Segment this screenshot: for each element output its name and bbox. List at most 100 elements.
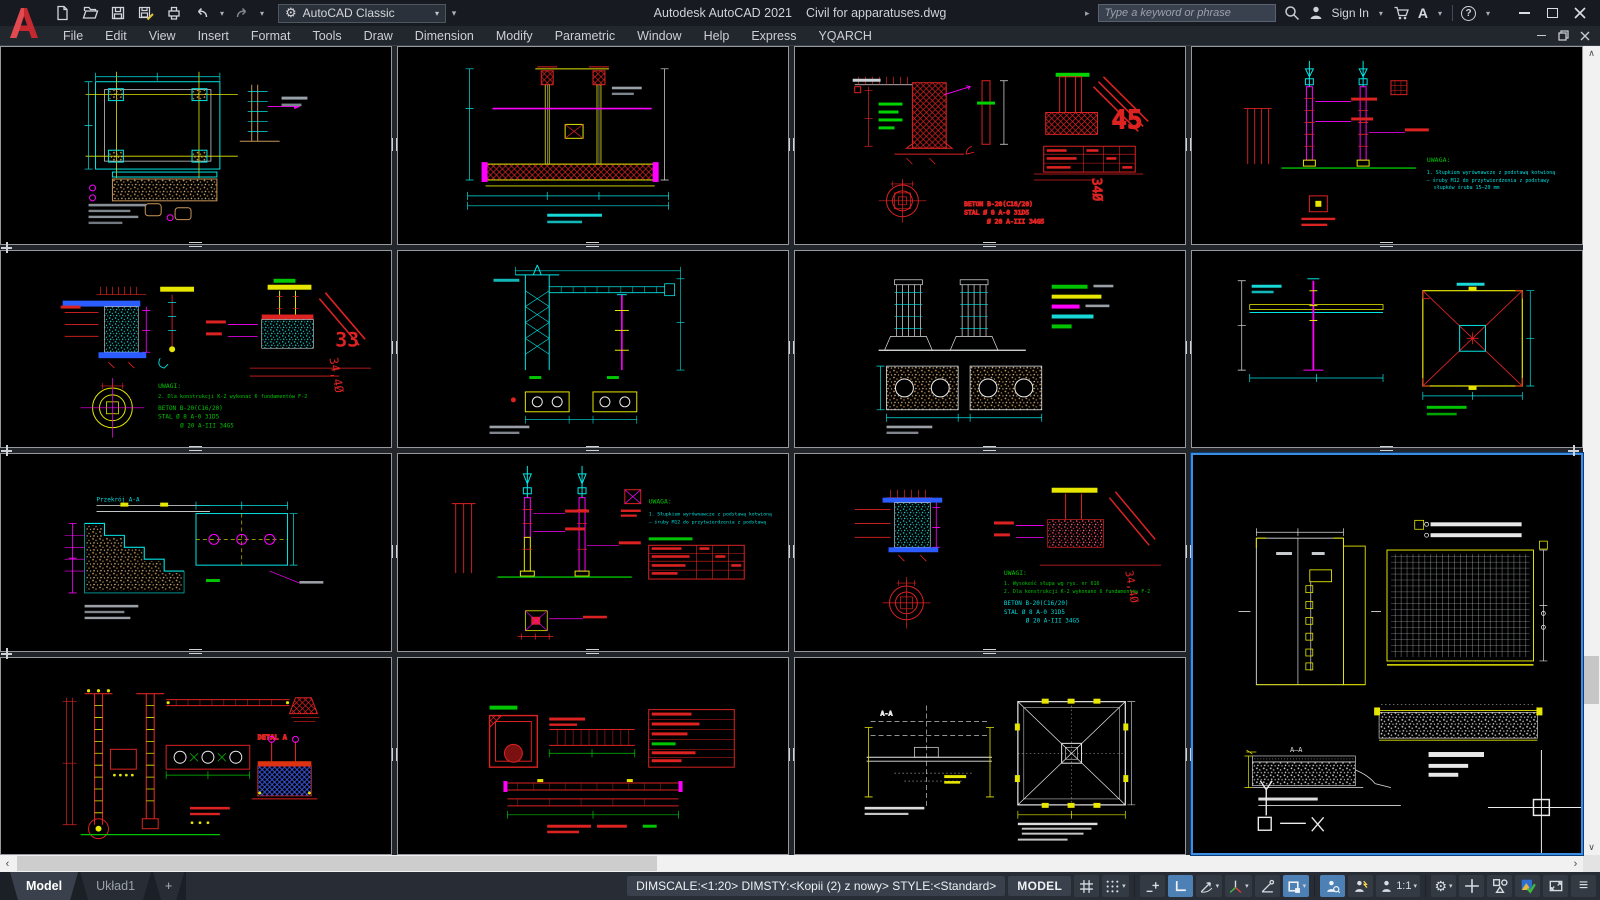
customization-button[interactable]: ≡ xyxy=(1571,875,1596,897)
doc-minimize-button[interactable] xyxy=(1530,27,1552,45)
viewport-divider-handle[interactable] xyxy=(983,446,996,451)
menu-tools[interactable]: Tools xyxy=(301,26,352,45)
doc-close-button[interactable] xyxy=(1574,27,1596,45)
sign-in-dropdown[interactable]: ▾ xyxy=(1377,9,1385,18)
isolate-objects-button[interactable] xyxy=(1487,875,1512,897)
viewport-10[interactable]: UWAGA: 1. Słupkiem wyrównawcze z podstaw… xyxy=(397,453,789,652)
viewport-divider-handle[interactable] xyxy=(789,748,794,761)
menu-express[interactable]: Express xyxy=(740,26,807,45)
undo-dropdown[interactable]: ▾ xyxy=(218,9,226,18)
grid-display-toggle[interactable] xyxy=(1074,875,1099,897)
viewport-divider-handle[interactable] xyxy=(586,649,599,654)
autodesk-app-icon[interactable]: A xyxy=(1418,5,1428,21)
doc-restore-button[interactable] xyxy=(1552,27,1574,45)
snap-mode-toggle[interactable]: ▾ xyxy=(1102,875,1129,897)
viewport-divider-handle[interactable] xyxy=(983,242,996,247)
open-file-button[interactable] xyxy=(78,2,102,24)
graphics-performance-button[interactable] xyxy=(1515,875,1540,897)
viewport-3[interactable]: 45 34Ø BETON B-20(C16/20) STAL Ø 8 A-0 3… xyxy=(794,46,1186,245)
viewport-6[interactable] xyxy=(397,250,789,449)
menu-format[interactable]: Format xyxy=(240,26,302,45)
viewport-divider-handle[interactable] xyxy=(1186,545,1191,558)
viewport-divider-handle[interactable] xyxy=(189,446,202,451)
vertical-scroll-thumb[interactable] xyxy=(1584,656,1599,704)
annotation-visibility-toggle[interactable] xyxy=(1320,875,1345,897)
viewport-divider-handle[interactable] xyxy=(789,341,794,354)
maximize-button[interactable] xyxy=(1538,2,1566,24)
viewport-7[interactable] xyxy=(794,250,1186,449)
scroll-right-arrow[interactable]: › xyxy=(1568,855,1583,872)
viewport-corner-handle[interactable] xyxy=(1,648,12,659)
workspace-selector[interactable]: ⚙ AutoCAD Classic ▾ xyxy=(278,4,446,23)
menu-parametric[interactable]: Parametric xyxy=(544,26,626,45)
viewport-corner-handle[interactable] xyxy=(1,242,12,253)
annotation-monitor-button[interactable] xyxy=(1459,875,1484,897)
scroll-up-arrow[interactable]: ∧ xyxy=(1583,46,1600,61)
viewport-13[interactable]: DETAL A xyxy=(0,657,392,856)
model-space-toggle[interactable]: MODEL xyxy=(1008,876,1071,896)
scroll-down-arrow[interactable]: ∨ xyxy=(1583,840,1600,855)
polar-dropdown[interactable]: ▾ xyxy=(1216,882,1220,890)
menu-file[interactable]: File xyxy=(52,26,94,45)
sign-in-button[interactable]: Sign In xyxy=(1332,6,1369,20)
viewport-11[interactable]: 34,4Ø UWAGI: 1. Wysokość słupa wg rys. n… xyxy=(794,453,1186,652)
viewport-divider-handle[interactable] xyxy=(1380,242,1393,247)
redo-button[interactable] xyxy=(230,2,254,24)
menu-draw[interactable]: Draw xyxy=(353,26,404,45)
viewport-divider-handle[interactable] xyxy=(586,242,599,247)
new-layout-button[interactable]: + xyxy=(153,872,184,900)
viewport-5[interactable]: 33 34,4Ø UWAGI: 2. Dla konstrukcji K-2 w… xyxy=(0,250,392,449)
viewport-14[interactable] xyxy=(397,657,789,856)
ortho-mode-toggle[interactable] xyxy=(1168,875,1193,897)
annotation-autoscale-toggle[interactable] xyxy=(1348,875,1373,897)
workspace-switch-dropdown[interactable]: ▾ xyxy=(1449,882,1453,890)
viewport-9[interactable]: Przekrój A-A xyxy=(0,453,392,652)
viewport-1[interactable] xyxy=(0,46,392,245)
autodesk-app-dropdown[interactable]: ▾ xyxy=(1436,9,1444,18)
viewport-divider-handle[interactable] xyxy=(1186,138,1191,151)
menu-edit[interactable]: Edit xyxy=(94,26,138,45)
save-button[interactable] xyxy=(106,2,130,24)
viewport-divider-handle[interactable] xyxy=(392,341,397,354)
viewport-divider-handle[interactable] xyxy=(1186,748,1191,761)
viewport-divider-handle[interactable] xyxy=(189,649,202,654)
polar-tracking-toggle[interactable]: ▾ xyxy=(1196,875,1223,897)
horizontal-scroll-thumb[interactable] xyxy=(17,856,657,871)
clean-screen-button[interactable] xyxy=(1543,875,1568,897)
vertical-scrollbar[interactable]: ∧ ∨ xyxy=(1583,46,1600,855)
viewport-2[interactable] xyxy=(397,46,789,245)
menu-dimension[interactable]: Dimension xyxy=(404,26,485,45)
viewport-divider-handle[interactable] xyxy=(392,138,397,151)
viewport-divider-handle[interactable] xyxy=(189,242,202,247)
menu-yqarch[interactable]: YQARCH xyxy=(807,26,882,45)
help-icon[interactable]: ? xyxy=(1461,6,1476,21)
osnap-dropdown[interactable]: ▾ xyxy=(1303,882,1307,890)
viewport-divider-handle[interactable] xyxy=(1186,341,1191,354)
dynamic-input-toggle[interactable] xyxy=(1140,875,1165,897)
menu-window[interactable]: Window xyxy=(626,26,692,45)
viewport-15[interactable]: A-A xyxy=(794,657,1186,856)
viewport-divider-handle[interactable] xyxy=(789,545,794,558)
object-snap-toggle[interactable]: ▾ xyxy=(1283,875,1310,897)
help-dropdown[interactable]: ▾ xyxy=(1484,9,1492,18)
tab-layout1[interactable]: Układ1 xyxy=(80,872,151,900)
tab-model[interactable]: Model xyxy=(10,872,78,900)
isometric-dropdown[interactable]: ▾ xyxy=(1245,882,1249,890)
viewport-divider-handle[interactable] xyxy=(983,649,996,654)
object-snap-tracking-toggle[interactable] xyxy=(1255,875,1280,897)
viewport-divider-handle[interactable] xyxy=(392,545,397,558)
isometric-drafting-toggle[interactable]: ▾ xyxy=(1225,875,1252,897)
scroll-left-arrow[interactable]: ‹ xyxy=(0,855,15,872)
menu-modify[interactable]: Modify xyxy=(485,26,544,45)
horizontal-scrollbar[interactable]: ‹ › xyxy=(0,855,1583,872)
qat-overflow-button[interactable]: ▾ xyxy=(450,8,458,19)
menu-help[interactable]: Help xyxy=(693,26,741,45)
viewport-8[interactable] xyxy=(1191,250,1583,449)
viewport-corner-handle[interactable] xyxy=(1,445,12,456)
menu-view[interactable]: View xyxy=(138,26,187,45)
search-icon[interactable] xyxy=(1284,5,1300,21)
annotation-scale-indicator[interactable]: 1:1 ▾ xyxy=(1376,875,1420,897)
application-menu-button[interactable] xyxy=(2,1,46,44)
save-as-button[interactable] xyxy=(134,2,158,24)
viewport-active[interactable]: A—A xyxy=(1191,453,1583,855)
